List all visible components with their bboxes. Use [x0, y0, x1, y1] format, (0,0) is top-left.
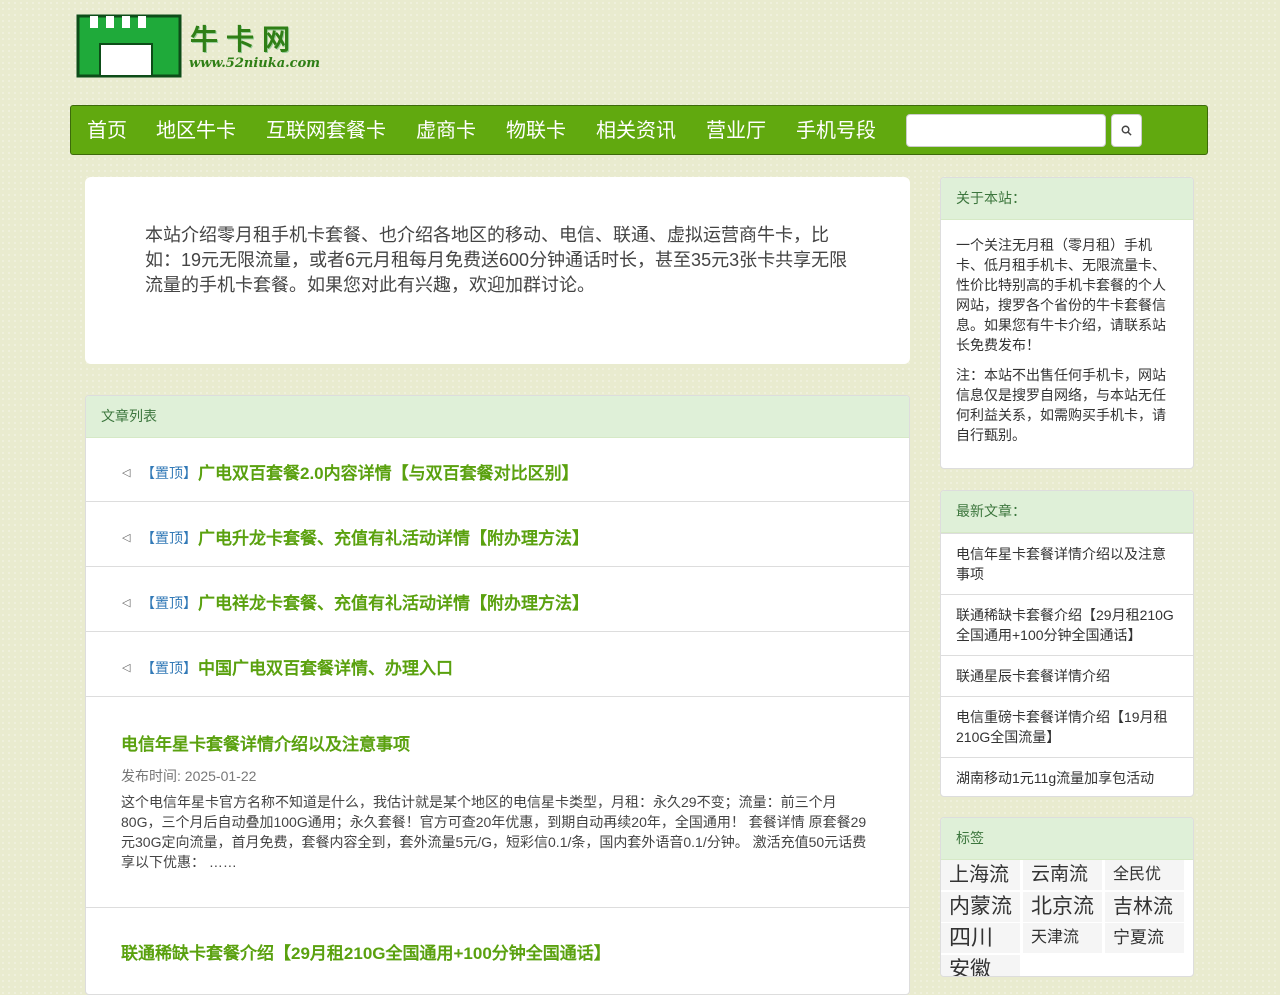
search-button[interactable]: [1111, 114, 1142, 147]
tags-panel: 标签 上海流 云南流 全民优 内蒙流 北京流 吉林流 四川 天津流 宁夏流 安徽: [940, 817, 1194, 977]
article-item: 联通稀缺卡套餐介绍【29月租210G全国通用+100分钟全国通话】: [86, 908, 909, 994]
tag-link[interactable]: 四川: [941, 923, 1020, 953]
site-logo[interactable]: 牛卡网 www.52niuka.com: [76, 14, 366, 80]
speaker-icon: ◁: [122, 662, 131, 674]
tag-link[interactable]: 云南流: [1023, 860, 1102, 890]
pinned-article-title[interactable]: 中国广电双百套餐详情、办理入口: [198, 654, 453, 679]
nav-item-internet-plans[interactable]: 互联网套餐卡: [266, 106, 386, 156]
nav-item-number-ranges[interactable]: 手机号段: [796, 106, 876, 156]
pinned-article[interactable]: ◁ 【置顶】 广电升龙卡套餐、充值有礼活动详情【附办理方法】: [86, 503, 909, 567]
speaker-icon: ◁: [122, 597, 131, 609]
nav-item-iot-cards[interactable]: 物联卡: [506, 106, 566, 156]
pin-badge: 【置顶】: [141, 660, 197, 676]
nav-item-news[interactable]: 相关资讯: [596, 106, 676, 156]
pin-badge: 【置顶】: [141, 530, 197, 546]
pin-badge: 【置顶】: [141, 465, 197, 481]
nav-item-home[interactable]: 首页: [87, 106, 127, 156]
logo-url: www.52niuka.com: [189, 56, 321, 71]
tag-link[interactable]: 内蒙流: [941, 892, 1020, 922]
pinned-article-title[interactable]: 广电祥龙卡套餐、充值有礼活动详情【附办理方法】: [198, 589, 589, 614]
tag-link[interactable]: 宁夏流: [1105, 923, 1184, 953]
intro-text: 本站介绍零月租手机卡套餐、也介绍各地区的移动、电信、联通、虚拟运营商牛卡，比如：…: [145, 225, 848, 295]
article-list-heading: 文章列表: [86, 396, 909, 438]
tag-link[interactable]: 安徽: [941, 955, 1020, 976]
latest-article-link[interactable]: 湖南移动1元11g流量加享包活动: [941, 757, 1193, 796]
logo-text: 牛卡网: [190, 23, 299, 56]
latest-articles-panel: 最新文章： 电信年星卡套餐详情介绍以及注意事项 联通稀缺卡套餐介绍【29月租21…: [940, 490, 1194, 797]
article-title[interactable]: 电信年星卡套餐详情介绍以及注意事项: [121, 730, 410, 755]
sim-card-icon: [76, 14, 182, 78]
about-text: 一个关注无月租（零月租）手机卡、低月租手机卡、无限流量卡、性价比特别高的手机卡套…: [956, 237, 1166, 353]
speaker-icon: ◁: [122, 532, 131, 544]
tag-link[interactable]: 上海流: [941, 860, 1020, 890]
tag-cloud: 上海流 云南流 全民优 内蒙流 北京流 吉林流 四川 天津流 宁夏流 安徽: [941, 860, 1193, 976]
article-item: 电信年星卡套餐详情介绍以及注意事项 发布时间: 2025-01-22 这个电信年…: [86, 697, 909, 908]
tags-heading: 标签: [941, 818, 1193, 860]
tag-link[interactable]: 天津流: [1023, 923, 1102, 953]
search-input[interactable]: [906, 114, 1106, 147]
tag-link[interactable]: 全民优: [1105, 860, 1184, 890]
article-list: 文章列表 ◁ 【置顶】 广电双百套餐2.0内容详情【与双百套餐对比区别】 ◁ 【…: [85, 395, 910, 995]
latest-article-link[interactable]: 联通星辰卡套餐详情介绍: [941, 655, 1193, 696]
latest-article-link[interactable]: 电信重磅卡套餐详情介绍【19月租210G全国流量】: [941, 696, 1193, 757]
nav-item-stores[interactable]: 营业厅: [706, 106, 766, 156]
intro-panel: 本站介绍零月租手机卡套餐、也介绍各地区的移动、电信、联通、虚拟运营商牛卡，比如：…: [85, 177, 910, 364]
pinned-article[interactable]: ◁ 【置顶】 中国广电双百套餐详情、办理入口: [86, 633, 909, 697]
latest-article-link[interactable]: 电信年星卡套餐详情介绍以及注意事项: [941, 533, 1193, 594]
nav-item-regional-cards[interactable]: 地区牛卡: [156, 106, 236, 156]
article-title[interactable]: 联通稀缺卡套餐介绍【29月租210G全国通用+100分钟全国通话】: [121, 939, 611, 964]
about-heading: 关于本站：: [941, 178, 1193, 220]
article-excerpt: 这个电信年星卡官方名称不知道是什么，我估计就是某个地区的电信星卡类型，月租：永久…: [121, 794, 867, 870]
tag-link[interactable]: 吉林流: [1105, 892, 1184, 922]
latest-heading: 最新文章：: [941, 491, 1193, 533]
pinned-article-title[interactable]: 广电双百套餐2.0内容详情【与双百套餐对比区别】: [198, 459, 579, 484]
tag-link[interactable]: 北京流: [1023, 892, 1102, 922]
article-date: 发布时间: 2025-01-22: [121, 768, 257, 784]
pin-badge: 【置顶】: [141, 595, 197, 611]
nav-item-mvno-cards[interactable]: 虚商卡: [416, 106, 476, 156]
about-panel: 关于本站： 一个关注无月租（零月租）手机卡、低月租手机卡、无限流量卡、性价比特别…: [940, 177, 1194, 469]
pinned-article-title[interactable]: 广电升龙卡套餐、充值有礼活动详情【附办理方法】: [198, 524, 589, 549]
disclaimer-text: 注：本站不出售任何手机卡，网站信息仅是搜罗自网络，与本站无任何利益关系，如需购买…: [956, 367, 1166, 443]
pinned-article[interactable]: ◁ 【置顶】 广电祥龙卡套餐、充值有礼活动详情【附办理方法】: [86, 568, 909, 632]
search-icon: [1121, 125, 1132, 136]
main-nav: 首页 地区牛卡 互联网套餐卡 虚商卡 物联卡 相关资讯 营业厅 手机号段: [70, 105, 1208, 155]
pinned-article[interactable]: ◁ 【置顶】 广电双百套餐2.0内容详情【与双百套餐对比区别】: [86, 438, 909, 502]
latest-article-link[interactable]: 联通稀缺卡套餐介绍【29月租210G全国通用+100分钟全国通话】: [941, 594, 1193, 655]
speaker-icon: ◁: [122, 467, 131, 479]
